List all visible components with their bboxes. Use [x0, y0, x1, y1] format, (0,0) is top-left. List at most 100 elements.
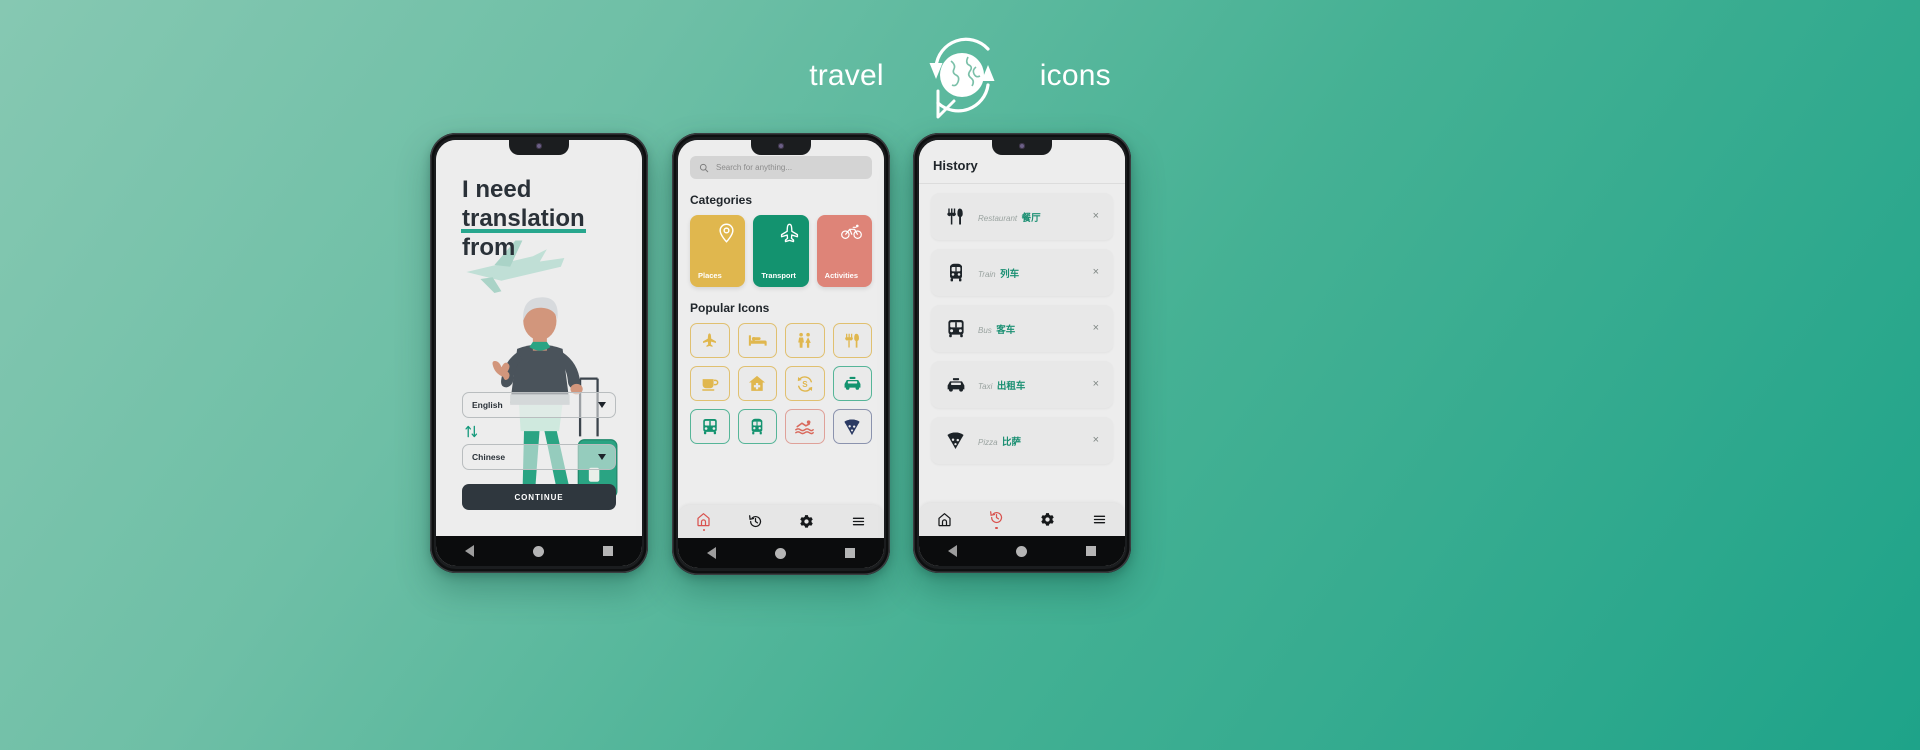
categories-row: Places Transport Activities: [690, 215, 872, 287]
phone-2-browse-screen: Search for anything... Categories Places: [672, 133, 890, 575]
chevron-down-icon: [598, 454, 606, 460]
home-circle-icon[interactable]: [774, 547, 786, 559]
history-item-en: Restaurant: [978, 213, 1018, 223]
history-item[interactable]: Train 列车 ×: [931, 249, 1113, 296]
search-input[interactable]: Search for anything...: [690, 156, 872, 179]
title-line-3: from: [462, 233, 516, 261]
icon-tile-bus[interactable]: [690, 409, 730, 444]
active-indicator-dot: [702, 528, 705, 532]
phone-3-history-screen: History Restaurant 餐厅 × Train 列车 × Bus 客…: [913, 133, 1131, 573]
search-placeholder: Search for anything...: [716, 163, 793, 172]
recents-square-icon[interactable]: [602, 546, 613, 556]
nav-history[interactable]: [989, 510, 1004, 530]
category-card-places[interactable]: Places: [690, 215, 746, 287]
phone-1-translate-screen: I need translation from English Chinese …: [430, 133, 648, 573]
category-card-transport[interactable]: Transport: [753, 215, 809, 287]
android-system-nav: [436, 536, 642, 566]
nav-history[interactable]: [748, 514, 763, 529]
home-icon: [938, 513, 951, 527]
home-icon: [697, 512, 710, 527]
nav-settings[interactable]: [799, 514, 814, 529]
title-line-1: I need: [462, 176, 532, 203]
train-icon: [942, 263, 969, 282]
history-item-text: Bus 客车: [969, 320, 1090, 338]
history-item-en: Taxi: [978, 381, 993, 391]
icon-tile-airplane[interactable]: [690, 323, 730, 358]
nav-home[interactable]: [937, 512, 952, 527]
icon-tile-taxi[interactable]: [832, 366, 872, 401]
history-item[interactable]: Taxi 出租车 ×: [931, 361, 1113, 408]
icon-tile-currency-exchange[interactable]: S: [785, 366, 825, 401]
icon-tile-hotel-bed[interactable]: [737, 323, 777, 358]
remove-history-item-button[interactable]: ×: [1090, 208, 1102, 225]
target-language-select[interactable]: Chinese: [462, 444, 616, 470]
history-item-text: Taxi 出租车: [969, 376, 1090, 394]
phone3-bottom-nav: [919, 503, 1125, 536]
globe-speech-bubble-refresh-icon: [902, 21, 1022, 131]
svg-text:S: S: [802, 380, 808, 389]
front-camera: [1019, 143, 1025, 149]
icon-tile-train[interactable]: [737, 409, 777, 444]
icon-tile-restaurant[interactable]: [832, 323, 872, 358]
history-icon: [989, 510, 1002, 523]
icon-tile-coffee-cup[interactable]: [690, 366, 730, 401]
icon-tile-hospital[interactable]: [737, 366, 777, 401]
active-indicator-dot: [995, 526, 998, 530]
front-camera: [778, 143, 784, 149]
remove-history-item-button[interactable]: ×: [1090, 376, 1102, 393]
bicycle-icon: [841, 223, 862, 242]
remove-history-item-button[interactable]: ×: [1090, 264, 1102, 281]
home-circle-icon[interactable]: [532, 545, 544, 557]
phone2-bottom-nav: [678, 505, 884, 538]
settings-gear-icon: [1041, 513, 1054, 526]
phone1-content: I need translation from English Chinese …: [436, 140, 642, 536]
phone-notch: [751, 140, 811, 155]
popular-icons-heading: Popular Icons: [690, 301, 770, 315]
history-item-text: Pizza 比萨: [969, 432, 1090, 450]
phone-notch: [509, 140, 569, 155]
history-item[interactable]: Restaurant 餐厅 ×: [931, 193, 1113, 240]
icon-tile-restroom[interactable]: [785, 323, 825, 358]
remove-history-item-button[interactable]: ×: [1090, 432, 1102, 449]
back-triangle-icon[interactable]: [465, 545, 475, 557]
source-language-value: English: [472, 400, 503, 410]
history-item-en: Train: [978, 269, 996, 279]
nav-menu[interactable]: [851, 514, 866, 529]
target-language-value: Chinese: [472, 452, 506, 462]
source-language-select[interactable]: English: [462, 392, 616, 418]
history-item-zh: 列车: [1000, 268, 1020, 280]
continue-button[interactable]: CONTINUE: [462, 484, 616, 510]
search-icon: [699, 163, 709, 172]
back-triangle-icon[interactable]: [707, 547, 717, 559]
phone3-content: History Restaurant 餐厅 × Train 列车 × Bus 客…: [919, 140, 1125, 536]
phone2-content: Search for anything... Categories Places: [678, 140, 884, 538]
bus-icon: [942, 319, 969, 338]
map-pin-icon: [718, 223, 735, 245]
brand-header: travel icons: [0, 26, 1920, 126]
category-label: Places: [698, 271, 722, 280]
back-triangle-icon[interactable]: [948, 545, 958, 557]
category-card-activities[interactable]: Activities: [816, 215, 872, 287]
history-item-zh: 比萨: [1002, 436, 1022, 448]
remove-history-item-button[interactable]: ×: [1090, 320, 1102, 337]
category-label: Activities: [824, 271, 859, 280]
icon-tile-pizza[interactable]: [832, 409, 872, 444]
swap-languages-button[interactable]: [462, 418, 616, 444]
history-icon: [748, 515, 761, 528]
icon-tile-swimming[interactable]: [785, 409, 825, 444]
restaurant-icon: [942, 207, 969, 226]
nav-menu[interactable]: [1092, 512, 1107, 527]
category-label: Transport: [761, 271, 796, 280]
recents-square-icon[interactable]: [1085, 546, 1096, 556]
swap-vertical-arrows-icon: [465, 425, 478, 437]
brand-word-right: icons: [1039, 59, 1111, 92]
history-item[interactable]: Bus 客车 ×: [931, 305, 1113, 352]
home-circle-icon[interactable]: [1015, 545, 1027, 557]
taxi-icon: [942, 377, 969, 393]
history-item-text: Restaurant 餐厅: [969, 208, 1090, 226]
recents-square-icon[interactable]: [844, 548, 855, 558]
nav-settings[interactable]: [1040, 512, 1055, 527]
history-item[interactable]: Pizza 比萨 ×: [931, 417, 1113, 464]
nav-home[interactable]: [696, 512, 711, 532]
android-system-nav: [919, 536, 1125, 566]
